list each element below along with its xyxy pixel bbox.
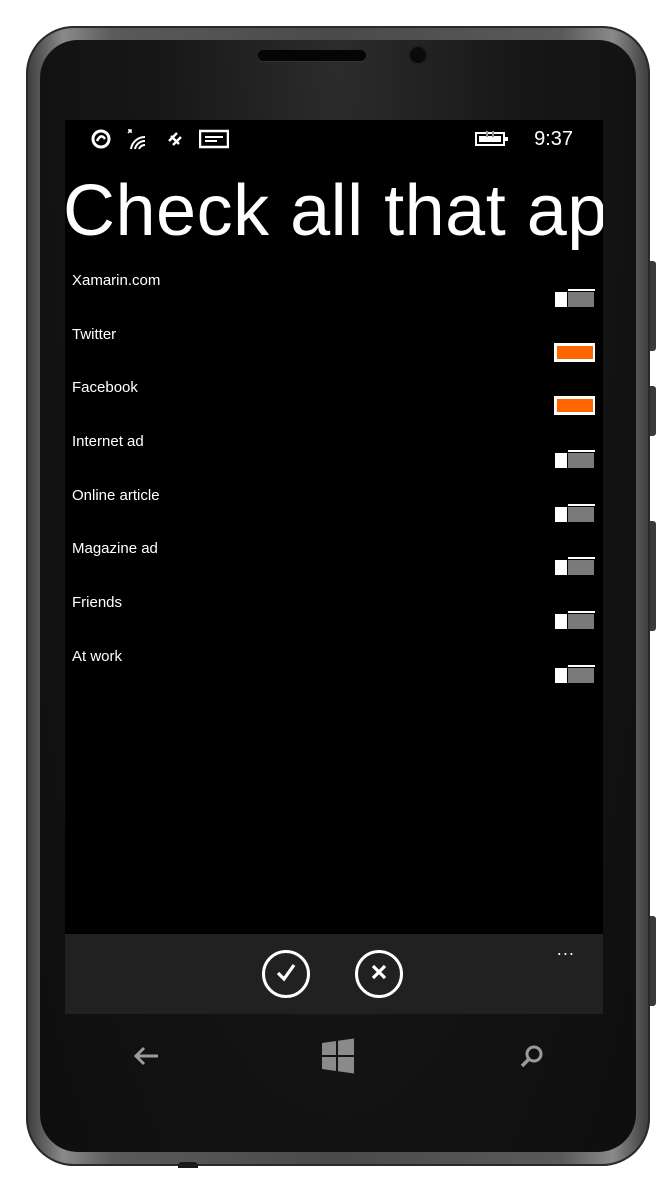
notification-icon xyxy=(198,129,230,149)
option-label: Xamarin.com xyxy=(72,272,161,289)
option-label: Online article xyxy=(72,486,160,504)
option-checkbox[interactable] xyxy=(554,289,595,308)
earpiece xyxy=(258,50,366,61)
option-label: Friends xyxy=(72,594,123,612)
option-checkbox[interactable] xyxy=(554,611,595,631)
screen: 9:37 Check all that apply Xamarin.com Twi… xyxy=(65,120,603,1014)
power-button xyxy=(650,521,656,631)
list-item: Twitter xyxy=(65,322,603,376)
search-icon xyxy=(519,1043,545,1073)
option-label: Twitter xyxy=(72,325,117,343)
option-checkbox[interactable] xyxy=(554,342,595,362)
option-label: At work xyxy=(72,647,123,665)
options-list: Xamarin.com Twitter Facebook Internet ad Onl… xyxy=(65,268,603,698)
list-item: Online article xyxy=(65,483,603,537)
app-bar: ... xyxy=(65,934,603,1014)
option-label: Facebook xyxy=(72,379,138,397)
battery-charging-icon xyxy=(475,129,513,149)
back-icon xyxy=(132,1044,160,1072)
confirm-button[interactable] xyxy=(262,950,310,998)
windows-icon xyxy=(320,1038,356,1078)
cancel-button[interactable] xyxy=(355,950,403,998)
camera-button xyxy=(650,916,656,1006)
wifi-icon xyxy=(125,129,151,150)
list-item: At work xyxy=(65,644,603,698)
list-item: Facebook xyxy=(65,375,603,429)
option-checkbox[interactable] xyxy=(554,503,595,523)
option-checkbox[interactable] xyxy=(554,557,595,577)
status-time: 9:37 xyxy=(534,128,573,150)
back-key[interactable] xyxy=(128,1040,164,1076)
option-label: Magazine ad xyxy=(72,540,158,558)
list-item: Internet ad xyxy=(65,429,603,483)
check-icon xyxy=(274,960,298,988)
list-item: Magazine ad xyxy=(65,536,603,590)
front-camera xyxy=(410,47,426,63)
list-item: Friends xyxy=(65,590,603,644)
option-label: Internet ad xyxy=(72,433,144,451)
bluetooth-icon xyxy=(165,129,185,149)
list-item: Xamarin.com xyxy=(65,268,603,322)
option-checkbox[interactable] xyxy=(554,450,595,470)
option-checkbox[interactable] xyxy=(554,396,595,416)
option-checkbox[interactable] xyxy=(554,664,595,684)
charging-port xyxy=(178,1162,198,1168)
start-key[interactable] xyxy=(318,1038,358,1078)
search-key[interactable] xyxy=(514,1040,550,1076)
page-title: Check all that apply xyxy=(65,171,603,251)
data-sense-icon xyxy=(91,129,113,149)
more-options-button[interactable]: ... xyxy=(557,940,575,959)
volume-button xyxy=(650,386,656,436)
cancel-icon xyxy=(368,961,390,987)
status-bar: 9:37 xyxy=(65,120,603,160)
volume-button xyxy=(650,261,656,351)
